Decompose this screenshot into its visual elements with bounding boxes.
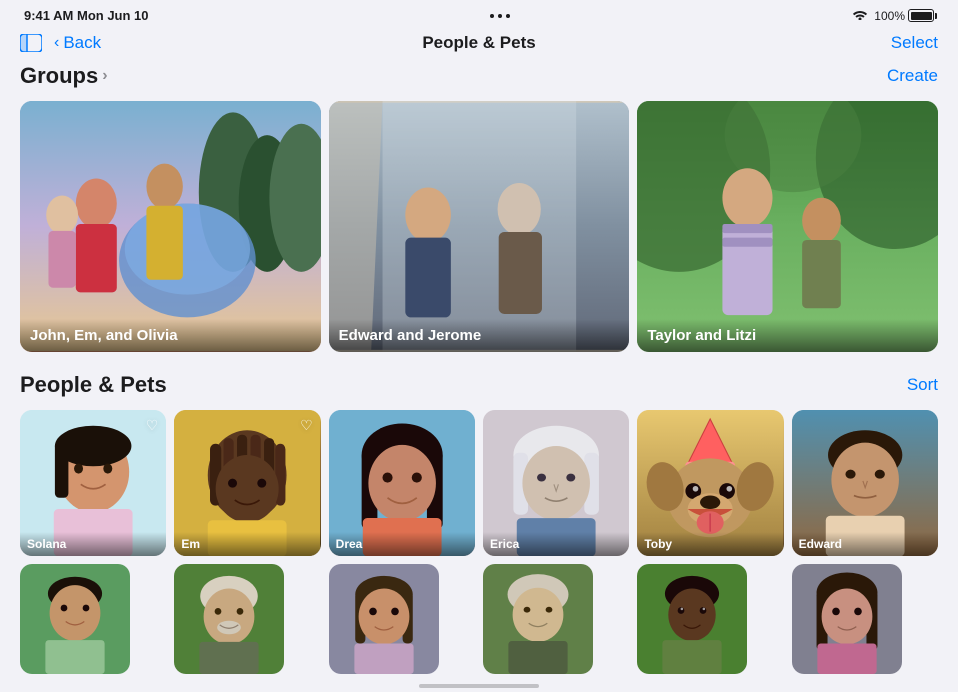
- battery-fill: [911, 12, 932, 20]
- person-em-heart-icon: ♡: [300, 417, 313, 434]
- groups-section-header: Groups › Create: [20, 63, 938, 89]
- group-card-1-label: John, Em, and Olivia: [20, 319, 321, 352]
- create-button[interactable]: Create: [887, 66, 938, 86]
- group-card-1-bg: [20, 101, 321, 352]
- groups-section-title[interactable]: Groups ›: [20, 63, 108, 89]
- group-card-3-bg: [637, 101, 938, 352]
- person-card-toby[interactable]: Toby: [637, 410, 783, 556]
- dot-2: [498, 14, 502, 18]
- battery-indicator: 100%: [874, 9, 934, 23]
- sidebar-toggle-button[interactable]: [20, 34, 42, 52]
- person-edward-label: Edward: [792, 532, 938, 556]
- sort-button[interactable]: Sort: [907, 375, 938, 395]
- group-card-2[interactable]: Edward and Jerome: [329, 101, 630, 352]
- status-right: 100%: [852, 8, 934, 23]
- dot-1: [490, 14, 494, 18]
- person-card-oldman[interactable]: [174, 564, 284, 674]
- main-content: Groups › Create: [0, 63, 958, 674]
- person-drea-label: Drea: [329, 532, 475, 556]
- scroll-indicator: [0, 674, 958, 692]
- wifi-icon: [852, 8, 868, 23]
- person-card-girl1-bg: [792, 564, 902, 674]
- person-card-woman1[interactable]: [329, 564, 439, 674]
- people-grid-row1: ♡ Solana: [20, 410, 938, 556]
- person-em-label: Em: [174, 532, 320, 556]
- person-erica-label: Erica: [483, 532, 629, 556]
- dot-3: [506, 14, 510, 18]
- back-label: Back: [63, 33, 101, 53]
- person-card-edward[interactable]: Edward: [792, 410, 938, 556]
- person-card-em[interactable]: ♡ Em: [174, 410, 320, 556]
- person-solana-label: Solana: [20, 532, 166, 556]
- status-time: 9:41 AM Mon Jun 10: [24, 8, 149, 23]
- person-card-oldman-bg: [174, 564, 284, 674]
- status-bar: 9:41 AM Mon Jun 10 100%: [0, 0, 958, 27]
- group-card-3-label: Taylor and Litzi: [637, 319, 938, 352]
- battery-text: 100%: [874, 9, 905, 23]
- group-card-3[interactable]: Taylor and Litzi: [637, 101, 938, 352]
- person-card-erica[interactable]: Erica: [483, 410, 629, 556]
- person-card-drea[interactable]: Drea: [329, 410, 475, 556]
- nav-bar: ‹ Back People & Pets Select: [0, 27, 958, 63]
- person-card-woman1-bg: [329, 564, 439, 674]
- battery-icon: [908, 9, 934, 22]
- person-card-oldwoman-bg: [483, 564, 593, 674]
- person-card-blackboy-bg: [637, 564, 747, 674]
- device-frame: 9:41 AM Mon Jun 10 100%: [0, 0, 958, 692]
- select-button[interactable]: Select: [891, 33, 938, 53]
- person-card-boy1-bg: [20, 564, 130, 674]
- groups-chevron-icon: ›: [102, 67, 107, 85]
- nav-left: ‹ Back: [20, 33, 101, 53]
- person-card-oldwoman[interactable]: [483, 564, 593, 674]
- groups-grid: John, Em, and Olivia: [20, 101, 938, 352]
- status-center-dots: [490, 14, 510, 18]
- person-card-boy1[interactable]: [20, 564, 130, 674]
- group-card-1[interactable]: John, Em, and Olivia: [20, 101, 321, 352]
- scroll-pill: [419, 684, 539, 688]
- back-button[interactable]: ‹ Back: [54, 33, 101, 53]
- people-grid-row2: [20, 564, 938, 674]
- nav-right: Select: [891, 33, 938, 53]
- back-chevron-icon: ‹: [54, 34, 59, 52]
- person-toby-label: Toby: [637, 532, 783, 556]
- group-card-2-label: Edward and Jerome: [329, 319, 630, 352]
- person-card-solana[interactable]: ♡ Solana: [20, 410, 166, 556]
- page-title: People & Pets: [422, 33, 535, 52]
- people-section-title: People & Pets: [20, 372, 167, 398]
- person-card-girl1[interactable]: [792, 564, 902, 674]
- person-card-blackboy[interactable]: [637, 564, 747, 674]
- people-section-header: People & Pets Sort: [20, 372, 938, 398]
- person-solana-heart-icon: ♡: [146, 417, 159, 434]
- group-card-2-bg: [329, 101, 630, 352]
